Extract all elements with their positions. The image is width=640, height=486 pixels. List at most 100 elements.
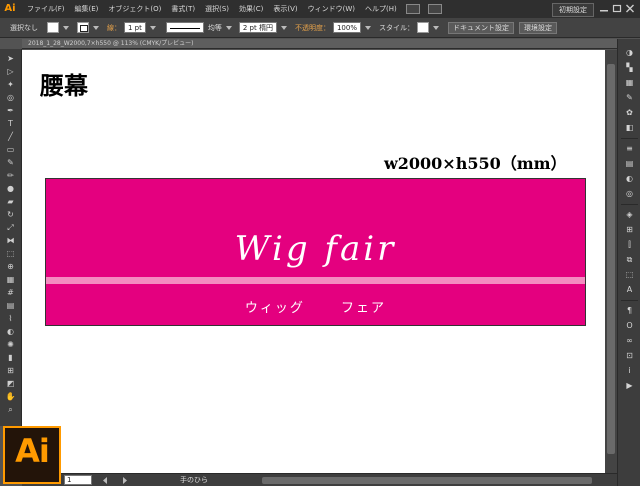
logo-text: Ai [15, 432, 50, 470]
rectangle-icon[interactable]: ▭ [4, 144, 17, 155]
stroke-icon[interactable]: ≡ [623, 143, 636, 154]
brushes-icon[interactable]: ✎ [623, 92, 636, 103]
panel-dock: ◑ ▚ ▦ ✎ ✿ ◧ ≡ ▤ ◐ ◎ ◈ ⊞ ⫿ ⧉ ⬚ A ¶ O ∞ ⊡ i ▶ [617, 39, 640, 486]
banner-script-text[interactable]: Wig fair [46, 229, 585, 269]
panel-separator [621, 204, 638, 205]
menu-view[interactable]: 表示(V) [268, 4, 302, 14]
maximize-icon[interactable] [612, 4, 622, 13]
artboards-icon[interactable]: ⊞ [623, 224, 636, 235]
style-swatch[interactable] [416, 22, 429, 33]
pencil-icon[interactable]: ✏ [4, 170, 17, 181]
links-icon[interactable]: ∞ [623, 335, 636, 346]
vertical-scroll-thumb[interactable] [607, 64, 615, 454]
bridge-icon[interactable] [405, 4, 420, 14]
gradient-panel-icon[interactable]: ▤ [623, 158, 636, 169]
stroke-profile-label[interactable]: 均等 [208, 23, 222, 33]
mesh-icon[interactable]: # [4, 287, 17, 298]
symbol-sprayer-icon[interactable]: ✺ [4, 339, 17, 350]
graph-icon[interactable]: ▮ [4, 352, 17, 363]
close-icon[interactable] [625, 4, 635, 13]
artboard-nav-icon[interactable] [100, 476, 130, 485]
free-transform-icon[interactable]: ⬚ [4, 248, 17, 259]
artboard-number-field[interactable]: 1 [64, 475, 92, 485]
type-icon[interactable]: T [4, 118, 17, 129]
opacity-label[interactable]: 不透明度： [295, 23, 330, 33]
blend-icon[interactable]: ◐ [4, 326, 17, 337]
direct-selection-icon[interactable]: ▷ [4, 66, 17, 77]
paragraph-icon[interactable]: ¶ [623, 305, 636, 316]
vertical-scrollbar[interactable] [605, 50, 617, 473]
style-dropdown-icon[interactable] [432, 25, 439, 30]
rotate-icon[interactable]: ↻ [4, 209, 17, 220]
transparency-icon[interactable]: ◐ [623, 173, 636, 184]
stroke-weight-dropdown-icon[interactable] [149, 25, 156, 30]
layers-icon[interactable]: ◈ [623, 209, 636, 220]
menu-help[interactable]: ヘルプ(H) [360, 4, 402, 14]
menu-type[interactable]: 書式(T) [166, 4, 200, 14]
menu-file[interactable]: ファイル(F) [22, 4, 70, 14]
symbols-icon[interactable]: ✿ [623, 107, 636, 118]
minimize-icon[interactable] [599, 4, 609, 13]
profile-dropdown-icon[interactable] [225, 25, 232, 30]
document-settings-button[interactable]: ドキュメント設定 [447, 21, 514, 34]
swatches-icon[interactable]: ▦ [623, 77, 636, 88]
paintbrush-icon[interactable]: ✎ [4, 157, 17, 168]
artboard-icon[interactable]: ⊞ [4, 365, 17, 376]
menu-edit[interactable]: 編集(E) [70, 4, 104, 14]
brush-field[interactable]: 2 pt 楕円 [238, 22, 277, 33]
banner-artwork[interactable]: Wig fair ウィッグ フェア [45, 178, 586, 326]
shape-builder-icon[interactable]: ⊕ [4, 261, 17, 272]
workspace-switcher[interactable]: 初期設定 [552, 3, 594, 17]
arrange-documents-icon[interactable] [427, 4, 442, 14]
graphic-styles-icon[interactable]: ◧ [623, 122, 636, 133]
opacity-dropdown-icon[interactable] [364, 25, 371, 30]
tools-panel: ➤ ▷ ✦ ◎ ✒ T ╱ ▭ ✎ ✏ ● ▰ ↻ ⤢ ⧓ ⬚ ⊕ ▦ # ▤ ⌇ ◐ ✺ ▮ ⊞ ◩ ✋ ⌕ [0, 49, 22, 426]
fill-swatch[interactable] [47, 22, 59, 33]
stroke-swatch[interactable] [77, 22, 89, 33]
scale-icon[interactable]: ⤢ [4, 222, 17, 233]
menu-select[interactable]: 選択(S) [200, 4, 234, 14]
width-icon[interactable]: ⧓ [4, 235, 17, 246]
eyedropper-icon[interactable]: ⌇ [4, 313, 17, 324]
blob-brush-icon[interactable]: ● [4, 183, 17, 194]
menu-object[interactable]: オブジェクト(O) [103, 4, 166, 14]
banner-stripe[interactable] [46, 277, 585, 284]
align-icon[interactable]: ⫿ [623, 239, 636, 250]
stroke-weight-field[interactable]: 1 pt [124, 22, 146, 33]
color-guide-icon[interactable]: ▚ [623, 62, 636, 73]
actions-icon[interactable]: ▶ [623, 380, 636, 391]
pathfinder-icon[interactable]: ⧉ [623, 254, 636, 265]
pen-icon[interactable]: ✒ [4, 105, 17, 116]
menu-effect[interactable]: 効果(C) [234, 4, 268, 14]
opentype-icon[interactable]: O [623, 320, 636, 331]
eraser-icon[interactable]: ▰ [4, 196, 17, 207]
info-icon[interactable]: i [623, 365, 636, 376]
document-tab[interactable]: 2018_1_28_W2000,7×h550 @ 113% (CMYK/プレビュ… [22, 39, 617, 49]
character-icon[interactable]: A [623, 284, 636, 295]
magic-wand-icon[interactable]: ✦ [4, 79, 17, 90]
stroke-profile-preview[interactable] [165, 22, 204, 33]
banner-kana-text[interactable]: ウィッグ フェア [46, 297, 585, 316]
gradient-icon[interactable]: ▤ [4, 300, 17, 311]
preferences-button[interactable]: 環境設定 [518, 21, 557, 34]
fill-dropdown-icon[interactable] [63, 25, 69, 30]
perspective-icon[interactable]: ▦ [4, 274, 17, 285]
appearance-icon[interactable]: ◎ [623, 188, 636, 199]
artboard-canvas[interactable]: 腰幕 w2000×h550（mm） Wig fair ウィッグ フェア [22, 50, 605, 473]
brush-dropdown-icon[interactable] [280, 25, 287, 30]
line-icon[interactable]: ╱ [4, 131, 17, 142]
horizontal-scroll-thumb[interactable] [262, 477, 592, 484]
selection-icon[interactable]: ➤ [4, 53, 17, 64]
slice-icon[interactable]: ◩ [4, 378, 17, 389]
hand-icon[interactable]: ✋ [4, 391, 17, 402]
navigator-icon[interactable]: ⊡ [623, 350, 636, 361]
menu-window[interactable]: ウィンドウ(W) [303, 4, 360, 14]
lasso-icon[interactable]: ◎ [4, 92, 17, 103]
transform-icon[interactable]: ⬚ [623, 269, 636, 280]
color-icon[interactable]: ◑ [623, 47, 636, 58]
illustrator-window: Ai ファイル(F) 編集(E) オブジェクト(O) 書式(T) 選択(S) 効… [0, 0, 640, 486]
stroke-label[interactable]: 線： [107, 23, 121, 33]
zoom-icon[interactable]: ⌕ [4, 404, 17, 415]
opacity-field[interactable]: 100% [332, 22, 361, 33]
stroke-dropdown-icon[interactable] [93, 25, 99, 30]
